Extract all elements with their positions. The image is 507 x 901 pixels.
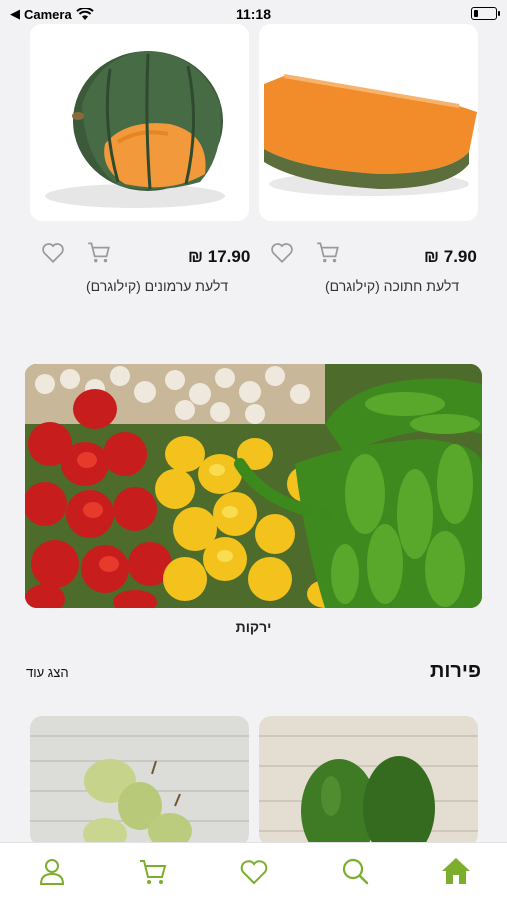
product-price: 17.90 ₪ [188, 247, 251, 266]
bottom-tab-bar [0, 842, 507, 901]
product-name[interactable]: דלעת חתוכה (קילוגרם) [325, 278, 459, 294]
status-time: 11:18 [235, 6, 272, 22]
home-icon[interactable] [440, 855, 472, 887]
avocados-image[interactable] [259, 716, 478, 846]
heart-icon[interactable] [269, 239, 295, 265]
cart-icon[interactable] [137, 855, 169, 887]
acorn-squash-image[interactable] [30, 24, 249, 221]
pears-image[interactable] [30, 716, 249, 846]
product-name[interactable]: דלעת ערמונים (קילוגרם) [86, 278, 228, 294]
section-title: פירות [430, 660, 481, 682]
banner-label[interactable]: ירקות [0, 619, 507, 635]
add-to-cart-icon[interactable] [315, 239, 341, 265]
heart-icon[interactable] [238, 855, 270, 887]
heart-icon[interactable] [40, 239, 66, 265]
add-to-cart-icon[interactable] [86, 239, 112, 265]
pumpkin-slice-image[interactable] [259, 24, 478, 221]
search-icon[interactable] [339, 855, 371, 887]
vegetables-banner[interactable] [25, 364, 482, 608]
battery-icon [471, 7, 500, 20]
product-price: 7.90 ₪ [424, 247, 477, 266]
show-more-link[interactable]: הצג עוד [26, 665, 69, 680]
user-icon[interactable] [36, 855, 68, 887]
